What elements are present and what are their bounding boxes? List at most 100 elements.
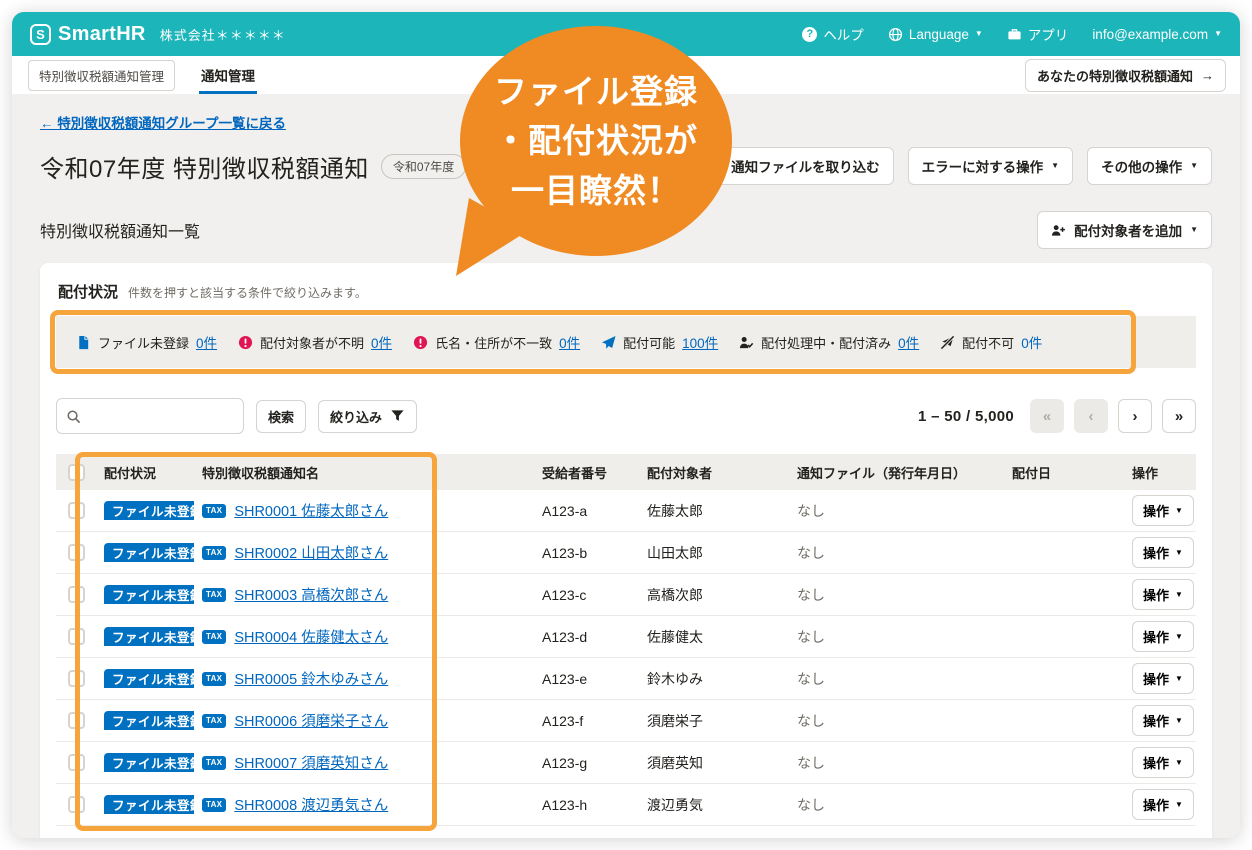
row-action-button[interactable]: 操作 ▼ <box>1132 747 1194 778</box>
apps-link[interactable]: アプリ <box>1007 24 1069 44</box>
notice-file-cell: なし <box>789 585 1004 605</box>
tab-notification-management[interactable]: 通知管理 <box>199 56 257 94</box>
status-count-link[interactable]: 0件 <box>559 332 580 352</box>
search-input[interactable] <box>87 408 234 424</box>
tab-bar: 特別徴収税額通知管理 通知管理 あなたの特別徴収税額通知 → <box>12 56 1240 94</box>
add-recipient-label: 配付対象者を追加 <box>1074 220 1182 240</box>
recipient-number-cell: A123-d <box>534 629 639 645</box>
error-actions-button[interactable]: エラーに対する操作 ▼ <box>908 147 1073 185</box>
add-recipient-button[interactable]: 配付対象者を追加 ▼ <box>1037 211 1212 249</box>
recipient-number-cell: A123-c <box>534 587 639 603</box>
status-filter-label: 配付可能 <box>623 333 675 352</box>
person-plus-icon <box>1051 223 1066 238</box>
row-checkbox[interactable] <box>68 712 85 729</box>
import-file-button[interactable]: 通知ファイルを取り込む <box>717 147 894 185</box>
status-panel-header: 配付状況 件数を押すと該当する条件で絞り込みます。 <box>58 281 1194 302</box>
row-action-label: 操作 <box>1143 711 1169 730</box>
status-panel-title: 配付状況 <box>58 281 118 302</box>
notice-name-link[interactable]: SHR0006 須磨栄子さん <box>234 710 388 731</box>
other-actions-button[interactable]: その他の操作 ▼ <box>1087 147 1212 185</box>
language-menu[interactable]: Language ▼ <box>888 27 983 42</box>
chevron-down-icon: ▼ <box>975 30 983 38</box>
notice-name-link[interactable]: SHR0008 渡辺勇気さん <box>234 794 388 815</box>
notice-file-cell: なし <box>789 711 1004 731</box>
row-action-button[interactable]: 操作 ▼ <box>1132 663 1194 694</box>
pagination-prev-button[interactable]: ‹ <box>1074 399 1108 433</box>
your-notice-button[interactable]: あなたの特別徴収税額通知 → <box>1025 59 1226 92</box>
pagination-last-button[interactable]: » <box>1162 399 1196 433</box>
other-actions-label: その他の操作 <box>1101 156 1182 176</box>
filter-label: 絞り込み <box>330 407 382 426</box>
notice-name-link[interactable]: SHR0001 佐藤太郎さん <box>234 500 388 521</box>
chevron-down-icon: ▼ <box>1175 675 1183 683</box>
row-action-button[interactable]: 操作 ▼ <box>1132 705 1194 736</box>
pagination-next-button[interactable]: › <box>1118 399 1152 433</box>
chevron-down-icon: ▼ <box>1051 162 1059 170</box>
status-count-link[interactable]: 0件 <box>371 332 392 352</box>
chevron-down-icon: ▼ <box>1175 759 1183 767</box>
notice-name-link[interactable]: SHR0002 山田太郎さん <box>234 542 388 563</box>
row-action-button[interactable]: 操作 ▼ <box>1132 789 1194 820</box>
row-action-button[interactable]: 操作 ▼ <box>1132 495 1194 526</box>
list-toolbar: 検索 絞り込み 1 – 50 / 5,000 « ‹ › » <box>56 398 1196 434</box>
status-count-link[interactable]: 0件 <box>196 332 217 352</box>
pagination-first-button[interactable]: « <box>1030 399 1064 433</box>
status-count-link[interactable]: 0件 <box>1021 332 1042 352</box>
column-header-actions: 操作 <box>1124 463 1196 482</box>
app-window: S SmartHR 株式会社＊＊＊＊＊ ? ヘルプ Language ▼ アプリ… <box>12 12 1240 838</box>
select-all-checkbox[interactable] <box>68 464 85 481</box>
status-badge: ファイル未登録 <box>104 753 194 772</box>
send-icon <box>601 335 616 350</box>
row-action-button[interactable]: 操作 ▼ <box>1132 579 1194 610</box>
chevron-down-icon: ▼ <box>1175 717 1183 725</box>
recipient-cell: 佐藤健太 <box>639 627 789 647</box>
status-filter-label: 配付対象者が不明 <box>260 333 364 352</box>
table-body: ファイル未登録 TAX SHR0001 佐藤太郎さん A123-a 佐藤太郎 な… <box>56 490 1196 826</box>
back-link[interactable]: ← 特別徴収税額通知グループ一覧に戻る <box>40 116 286 131</box>
pagination-range: 1 – 50 / 5,000 <box>918 408 1014 425</box>
status-filter-label: 氏名・住所が不一致 <box>435 333 552 352</box>
tab-group-label[interactable]: 特別徴収税額通知管理 <box>28 60 175 91</box>
chevron-down-icon: ▼ <box>1175 549 1183 557</box>
row-checkbox[interactable] <box>68 670 85 687</box>
status-filter-bar: ファイル未登録 0件 配付対象者が不明 0件 氏名・住所が不一致 0件 配付可能… <box>56 316 1196 368</box>
top-header: S SmartHR 株式会社＊＊＊＊＊ ? ヘルプ Language ▼ アプリ… <box>12 12 1240 56</box>
status-count-link[interactable]: 100件 <box>682 332 718 352</box>
notice-name-link[interactable]: SHR0004 佐藤健太さん <box>234 626 388 647</box>
status-badge: ファイル未登録 <box>104 795 194 814</box>
row-checkbox[interactable] <box>68 586 85 603</box>
table-row: ファイル未登録 TAX SHR0002 山田太郎さん A123-b 山田太郎 な… <box>56 532 1196 574</box>
notice-name-link[interactable]: SHR0003 高橋次郎さん <box>234 584 388 605</box>
main-content: ← 特別徴収税額通知グループ一覧に戻る 令和07年度 特別徴収税額通知 令和07… <box>12 94 1240 838</box>
row-action-button[interactable]: 操作 ▼ <box>1132 621 1194 652</box>
status-filter-item: 氏名・住所が不一致 0件 <box>413 332 580 352</box>
row-action-button[interactable]: 操作 ▼ <box>1132 537 1194 568</box>
row-checkbox[interactable] <box>68 796 85 813</box>
row-checkbox[interactable] <box>68 544 85 561</box>
status-count-link[interactable]: 0件 <box>898 332 919 352</box>
table-row: ファイル未登録 TAX SHR0007 須磨英知さん A123-g 須磨英知 な… <box>56 742 1196 784</box>
notice-name-link[interactable]: SHR0005 鈴木ゆみさん <box>234 668 388 689</box>
account-menu[interactable]: info@example.com ▼ <box>1092 27 1222 42</box>
notice-name-link[interactable]: SHR0007 須磨英知さん <box>234 752 388 773</box>
help-link[interactable]: ? ヘルプ <box>802 24 864 44</box>
row-checkbox[interactable] <box>68 502 85 519</box>
recipient-cell: 須磨英知 <box>639 753 789 773</box>
row-checkbox[interactable] <box>68 628 85 645</box>
recipient-cell: 渡辺勇気 <box>639 795 789 815</box>
search-button[interactable]: 検索 <box>256 400 306 433</box>
page-title: 令和07年度 特別徴収税額通知 <box>40 149 369 184</box>
table-row: ファイル未登録 TAX SHR0004 佐藤健太さん A123-d 佐藤健太 な… <box>56 616 1196 658</box>
globe-icon <box>888 27 903 42</box>
tax-icon: TAX <box>202 504 226 518</box>
status-filter-label: 配付不可 <box>962 333 1014 352</box>
status-badge: ファイル未登録 <box>104 543 194 562</box>
filter-button[interactable]: 絞り込み <box>318 400 417 433</box>
list-title: 特別徴収税額通知一覧 <box>40 218 200 242</box>
row-action-label: 操作 <box>1143 501 1169 520</box>
row-checkbox[interactable] <box>68 754 85 771</box>
title-actions: 通知ファイルを取り込む エラーに対する操作 ▼ その他の操作 ▼ <box>717 147 1212 185</box>
tax-icon: TAX <box>202 714 226 728</box>
column-header-status: 配付状況 <box>96 463 194 482</box>
status-badge: ファイル未登録 <box>104 627 194 646</box>
